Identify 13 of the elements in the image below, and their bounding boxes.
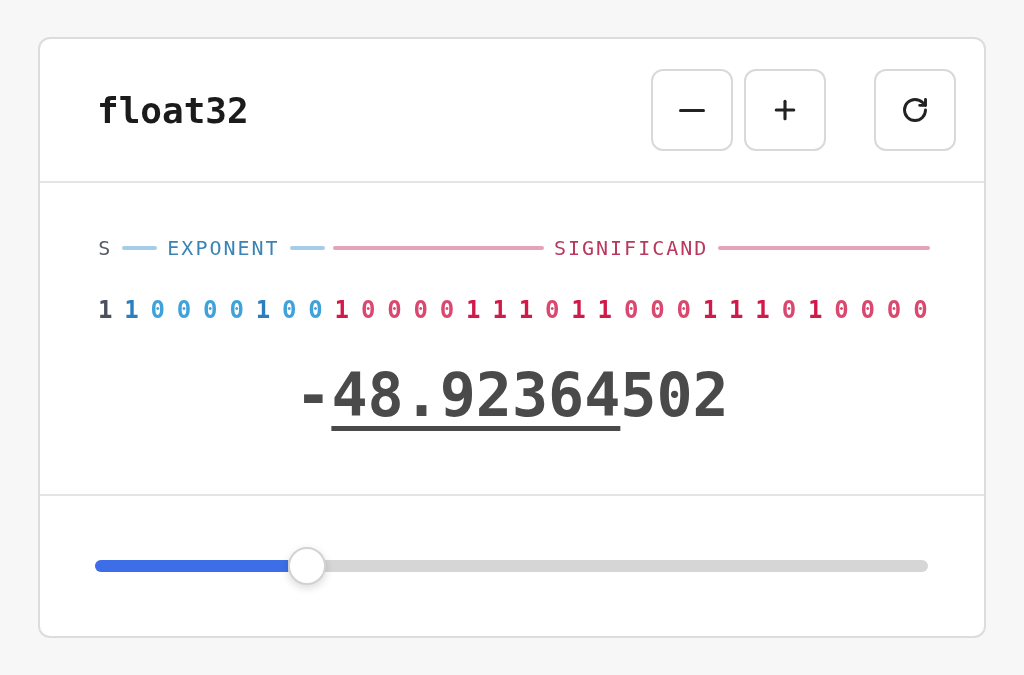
minus-icon [679, 108, 705, 112]
significand-label: SIGNIFICAND [552, 236, 710, 260]
sign-label: S [98, 236, 113, 260]
reset-button[interactable] [874, 69, 956, 151]
exponent-bits: 1 0 0 0 0 1 0 0 [123, 295, 324, 325]
sign-bits: 1 [96, 295, 114, 325]
significand-bits: 1 0 0 0 0 1 1 1 0 1 1 0 0 0 1 1 1 0 1 0 0 0 0 [333, 295, 929, 325]
type-title: float32 [97, 89, 249, 131]
slider-thumb[interactable] [288, 547, 327, 585]
float-value: -48.92364502 [295, 359, 729, 431]
increment-button[interactable] [744, 69, 826, 151]
rotate-icon [901, 96, 929, 124]
exponent-label: EXPONENT [166, 236, 281, 260]
